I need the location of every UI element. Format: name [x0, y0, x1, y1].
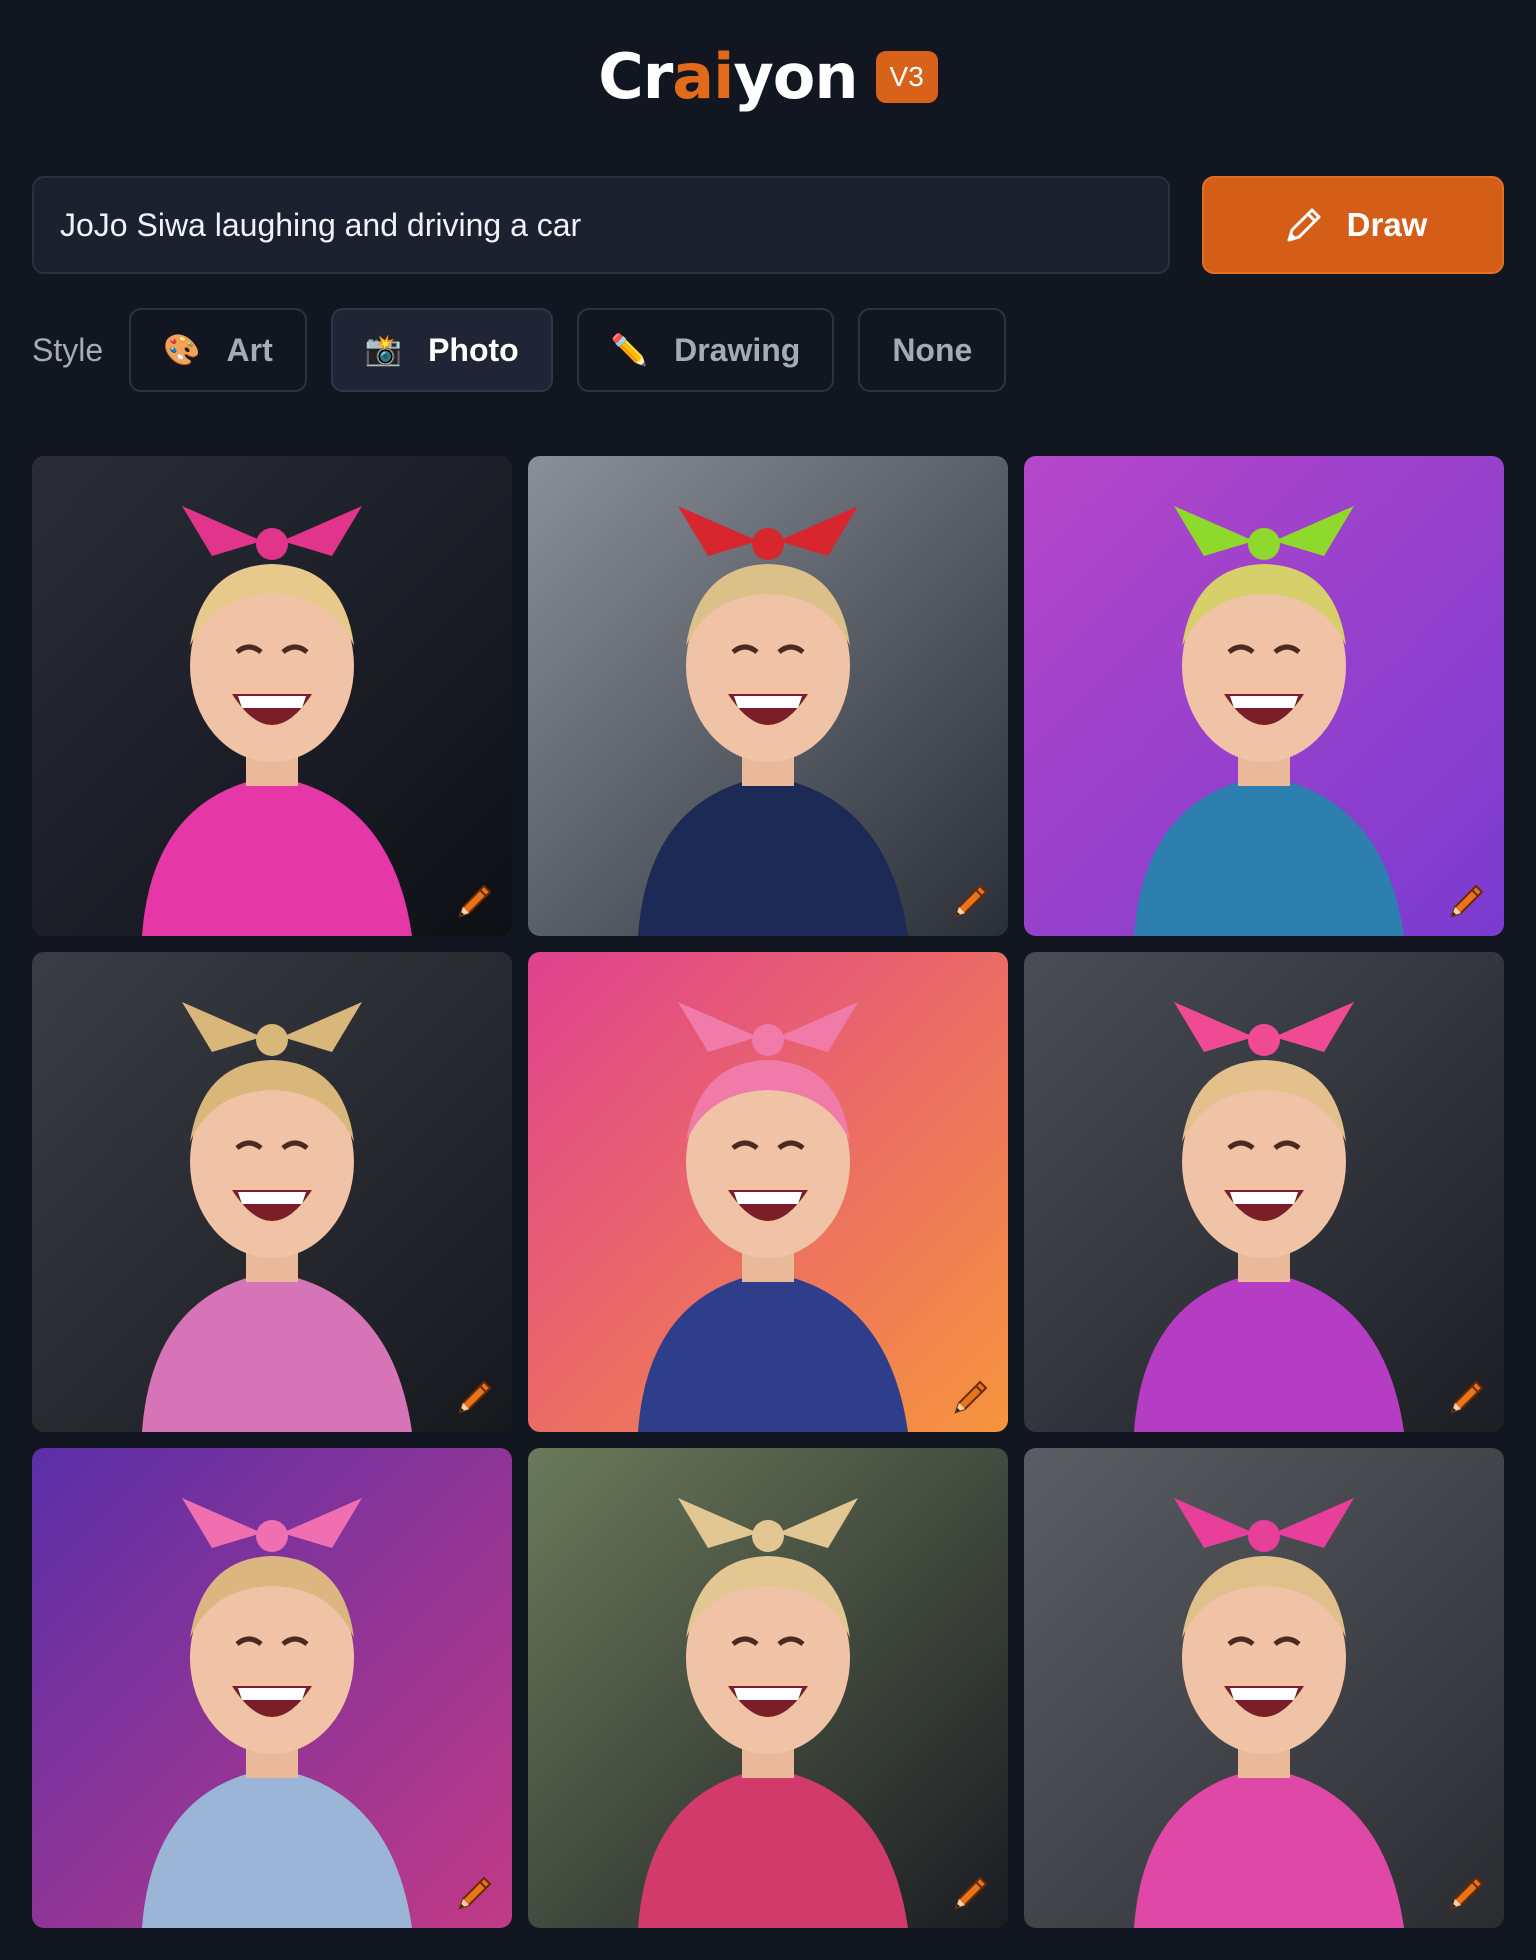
edit-pencil-icon[interactable] [948, 1372, 996, 1420]
result-image[interactable] [1024, 952, 1504, 1432]
version-badge: V3 [875, 50, 938, 103]
edit-pencil-icon[interactable] [948, 1868, 996, 1916]
edit-pencil-icon[interactable] [1444, 1372, 1492, 1420]
generated-image [1024, 1448, 1504, 1928]
result-image[interactable] [1024, 1448, 1504, 1928]
style-none-button[interactable]: None [858, 308, 1007, 392]
draw-label: Draw [1346, 206, 1428, 243]
results-grid [32, 456, 1504, 1928]
edit-pencil-icon[interactable] [452, 1372, 500, 1420]
generated-image [32, 1448, 512, 1928]
generated-image [32, 456, 512, 936]
generated-image [32, 952, 512, 1432]
camera-icon: 📸 [364, 333, 403, 367]
palette-icon: 🎨 [163, 333, 201, 367]
generated-image [528, 1448, 1008, 1928]
prompt-text: JoJo Siwa laughing and driving a car [60, 206, 582, 243]
edit-pencil-icon[interactable] [452, 1868, 500, 1916]
style-selector: Style 🎨 Art 📸 Photo ✏️ Drawing None [32, 308, 1030, 392]
result-image[interactable] [32, 1448, 512, 1928]
result-image[interactable] [528, 952, 1008, 1432]
result-image[interactable] [1024, 456, 1504, 936]
result-image[interactable] [32, 952, 512, 1432]
generated-image [528, 456, 1008, 936]
logo-wordmark: Craiyon [598, 40, 858, 113]
edit-pencil-icon[interactable] [452, 876, 500, 924]
style-label: Style [32, 331, 104, 368]
generated-image [1024, 456, 1504, 936]
draw-button[interactable]: Draw [1202, 176, 1504, 274]
result-image[interactable] [528, 1448, 1008, 1928]
prompt-input[interactable]: JoJo Siwa laughing and driving a car [32, 176, 1170, 274]
style-photo-label: Photo [428, 331, 519, 368]
result-image[interactable] [528, 456, 1008, 936]
generated-image [1024, 952, 1504, 1432]
logo[interactable]: Craiyon V3 [0, 40, 1536, 113]
edit-pencil-icon[interactable] [1444, 1868, 1492, 1916]
style-art-button[interactable]: 🎨 Art [129, 308, 307, 392]
edit-pencil-icon[interactable] [948, 876, 996, 924]
style-art-label: Art [226, 331, 273, 368]
pencil-icon [1287, 208, 1321, 242]
style-photo-button[interactable]: 📸 Photo [330, 308, 553, 392]
style-drawing-label: Drawing [674, 331, 801, 368]
style-drawing-button[interactable]: ✏️ Drawing [576, 308, 835, 392]
craiyon-page: Craiyon V3 JoJo Siwa laughing and drivin… [0, 0, 1536, 1960]
pencil-icon: ✏️ [610, 333, 649, 367]
result-image[interactable] [32, 456, 512, 936]
edit-pencil-icon[interactable] [1444, 876, 1492, 924]
generated-image [528, 952, 1008, 1432]
style-none-label: None [892, 331, 973, 368]
